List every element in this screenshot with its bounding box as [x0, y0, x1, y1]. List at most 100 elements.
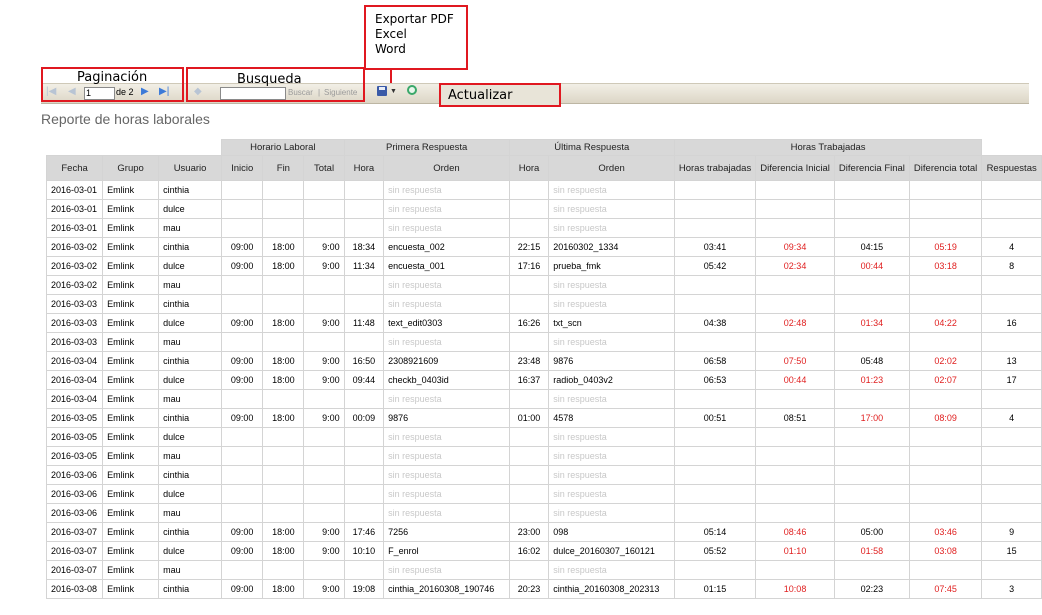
- col-ultima-orden-cell: sin respuesta: [548, 484, 675, 504]
- col-grupo-cell: Emlink: [102, 446, 160, 466]
- col-diferencia-inicial-cell: [755, 446, 835, 466]
- col-usuario-cell: mau: [158, 560, 223, 580]
- col-fecha-header: Fecha: [45, 155, 104, 181]
- col-total-cell: [303, 218, 345, 238]
- col-grupo-cell: Emlink: [102, 503, 160, 523]
- col-diferencia-total-cell: [908, 275, 983, 295]
- col-respuestas-header: Respuestas: [981, 155, 1042, 181]
- col-diferencia-total-cell: [908, 503, 983, 523]
- col-diferencia-final-cell: [833, 199, 910, 219]
- col-diferencia-inicial-cell: [755, 465, 835, 485]
- col-fin-cell: [262, 465, 305, 485]
- col-grupo-cell: Emlink: [102, 294, 160, 314]
- group-header-horario: Horario Laboral: [221, 139, 345, 156]
- col-usuario-cell: cinthia: [158, 180, 223, 200]
- col-ultima-orden-cell: cinthia_20160308_202313: [548, 579, 675, 599]
- col-ultima-orden-cell: radiob_0403v2: [548, 370, 675, 390]
- col-fecha-cell: 2016-03-07: [45, 522, 104, 542]
- col-ultima-hora-cell: 16:02: [508, 541, 550, 561]
- col-usuario-cell: cinthia: [158, 294, 223, 314]
- col-usuario-cell: cinthia: [158, 579, 223, 599]
- col-primera-hora-cell: 00:09: [343, 408, 385, 428]
- col-horas-trabajadas-cell: 05:42: [673, 256, 757, 276]
- col-primera-orden-cell: encuesta_002: [383, 237, 510, 257]
- col-fecha-cell: 2016-03-03: [45, 332, 104, 352]
- col-diferencia-inicial-cell: [755, 427, 835, 447]
- col-respuestas-cell: 13: [981, 351, 1042, 371]
- col-primera-orden-cell: sin respuesta: [383, 332, 510, 352]
- export-dropdown-icon[interactable]: ▼: [390, 86, 397, 98]
- col-usuario-cell: mau: [158, 275, 223, 295]
- col-ultima-orden-cell: 098: [548, 522, 675, 542]
- table-row: 2016-03-01 Emlink dulce sin respuesta sin re…: [45, 199, 1042, 219]
- save-icon[interactable]: [377, 86, 387, 96]
- col-horas-trabajadas-cell: [673, 275, 757, 295]
- col-diferencia-total-cell: 08:09: [908, 408, 983, 428]
- col-inicio-cell: [221, 484, 264, 504]
- table-row: 2016-03-05 Emlink cinthia 09:00 18:00 9:00 00:…: [45, 408, 1042, 428]
- col-diferencia-total-cell: 03:46: [908, 522, 983, 542]
- col-horas-trabajadas-cell: 06:58: [673, 351, 757, 371]
- col-horas-trabajadas-cell: [673, 180, 757, 200]
- search-label: Busqueda: [237, 72, 302, 87]
- col-total-cell: [303, 503, 345, 523]
- col-primera-hora-cell: 16:50: [343, 351, 385, 371]
- col-horas-trabajadas-cell: 01:15: [673, 579, 757, 599]
- col-grupo-cell: Emlink: [102, 522, 160, 542]
- table-row: 2016-03-03 Emlink dulce 09:00 18:00 9:00 11:48…: [45, 313, 1042, 333]
- table-row: 2016-03-01 Emlink mau sin respuesta sin resp…: [45, 218, 1042, 238]
- col-diferencia-final-cell: [833, 389, 910, 409]
- col-diferencia-final-cell: [833, 503, 910, 523]
- col-ultima-hora-cell: 01:00: [508, 408, 550, 428]
- col-total-cell: [303, 427, 345, 447]
- col-fecha-cell: 2016-03-05: [45, 427, 104, 447]
- col-primera-hora-cell: 09:44: [343, 370, 385, 390]
- export-excel-item[interactable]: Excel: [375, 27, 407, 42]
- table-row: 2016-03-04 Emlink mau sin respuesta sin resp…: [45, 389, 1042, 409]
- refresh-icon[interactable]: [407, 85, 417, 95]
- col-ultima-orden-cell: sin respuesta: [548, 218, 675, 238]
- col-primera-hora-cell: [343, 180, 385, 200]
- col-total-cell: [303, 446, 345, 466]
- col-primera-hora-cell: 11:34: [343, 256, 385, 276]
- col-total-cell: [303, 389, 345, 409]
- col-fin-cell: [262, 389, 305, 409]
- col-usuario-cell: mau: [158, 503, 223, 523]
- col-respuestas-cell: 3: [981, 579, 1042, 599]
- export-word-item[interactable]: Word: [375, 42, 406, 57]
- col-total-cell: 9:00: [303, 408, 345, 428]
- col-total-cell: [303, 560, 345, 580]
- col-diferencia-inicial-cell: [755, 503, 835, 523]
- col-fin-cell: 18:00: [262, 408, 305, 428]
- col-usuario-cell: cinthia: [158, 522, 223, 542]
- col-inicio-cell: 09:00: [221, 313, 264, 333]
- col-horas-trabajadas-cell: [673, 503, 757, 523]
- table-row: 2016-03-06 Emlink cinthia sin respuesta sin …: [45, 465, 1042, 485]
- col-inicio-cell: 09:00: [221, 237, 264, 257]
- col-primera-orden-cell: F_enrol: [383, 541, 510, 561]
- col-ultima-hora-cell: [508, 484, 550, 504]
- col-ultima-hora-cell: [508, 332, 550, 352]
- col-usuario-cell: cinthia: [158, 408, 223, 428]
- export-pdf-item[interactable]: Exportar PDF: [375, 12, 454, 27]
- col-grupo-cell: Emlink: [102, 541, 160, 561]
- col-diferencia-inicial-cell: [755, 218, 835, 238]
- col-diferencia-total-cell: [908, 427, 983, 447]
- col-diferencia-final-cell: [833, 446, 910, 466]
- col-fin-cell: 18:00: [262, 541, 305, 561]
- col-horas-trabajadas-cell: 03:41: [673, 237, 757, 257]
- col-fin-cell: [262, 446, 305, 466]
- col-primera-orden-header: Orden: [383, 155, 510, 181]
- col-ultima-hora-cell: [508, 199, 550, 219]
- col-usuario-cell: cinthia: [158, 237, 223, 257]
- col-total-cell: [303, 465, 345, 485]
- col-ultima-hora-cell: 16:26: [508, 313, 550, 333]
- col-diferencia-inicial-cell: 08:46: [755, 522, 835, 542]
- col-inicio-cell: [221, 389, 264, 409]
- col-diferencia-inicial-cell: [755, 484, 835, 504]
- col-ultima-orden-cell: prueba_fmk: [548, 256, 675, 276]
- col-respuestas-cell: [981, 560, 1042, 580]
- col-horas-trabajadas-cell: [673, 218, 757, 238]
- col-horas-trabajadas-cell: [673, 465, 757, 485]
- col-respuestas-cell: [981, 427, 1042, 447]
